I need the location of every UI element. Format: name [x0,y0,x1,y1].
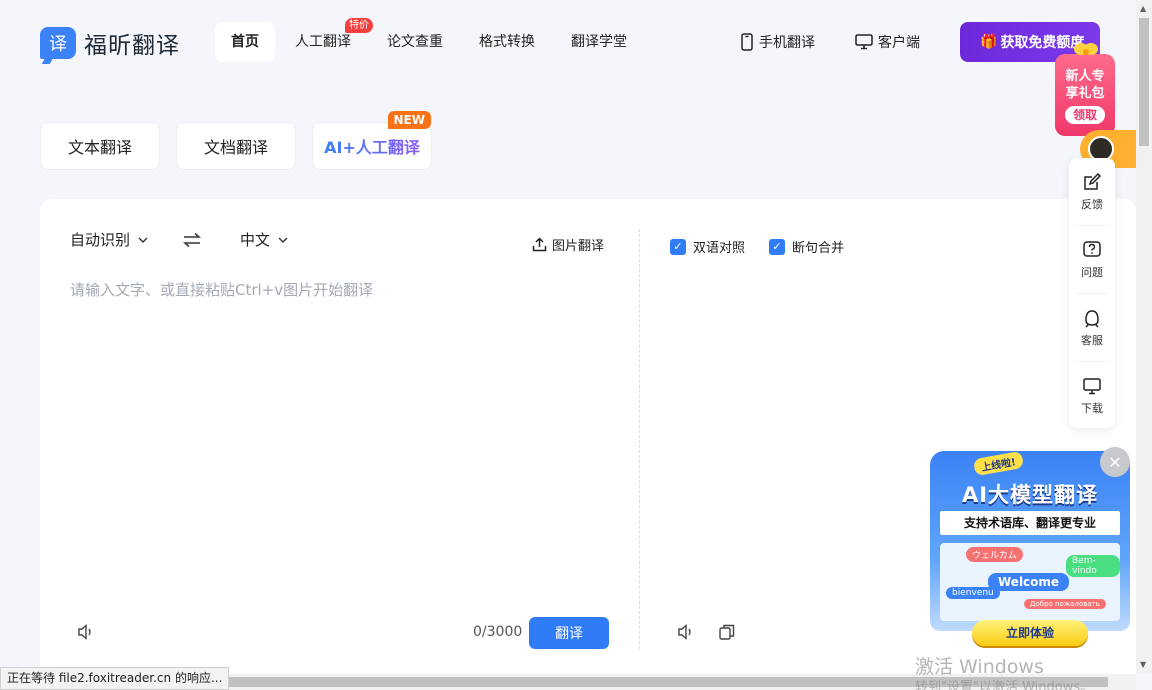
merge-sentences-label: 断句合并 [792,241,845,256]
bubble-french: bienvenu [946,587,1000,599]
scroll-down-icon[interactable]: ▼ [1140,660,1146,669]
bilingual-label: 双语对照 [693,241,746,256]
free-credit-label: 获取免费额度 [1000,35,1085,51]
source-text-input[interactable] [70,281,610,299]
bubble-russian: Добро пожаловать [1024,599,1106,609]
chevron-down-icon [138,237,148,243]
merge-sentences-option[interactable]: ✓ 断句合并 [769,237,844,256]
mode-tabs: 文本翻译 文档翻译 AI+人工翻译 NEW [40,111,448,170]
target-language-value: 中文 [240,231,271,249]
monitor-icon [1083,378,1101,395]
gift-bow-icon [1074,43,1098,55]
bubble-japanese: ウェルカム [966,547,1023,562]
source-language-value: 自动识别 [70,231,131,249]
desktop-client-label: 客户端 [878,35,920,51]
bubble-portuguese: Bem-vindo [1066,555,1120,577]
ai-model-promo[interactable]: 上线啦! AI大模型翻译 支持术语库、翻译更专业 ウェルカム Welcome B… [930,449,1132,646]
checkbox-checked-icon: ✓ [670,238,686,255]
tab-text-translation[interactable]: 文本翻译 [40,122,160,170]
nav-translation-academy[interactable]: 翻译学堂 [555,22,643,62]
tab-ai-human-translation[interactable]: AI+人工翻译 NEW [312,111,432,170]
question-icon [1083,240,1101,257]
mobile-translate-label: 手机翻译 [759,35,815,51]
gift-line1: 新人专 [1065,69,1105,84]
copy-icon[interactable] [718,623,736,641]
vertical-scrollbar[interactable]: ▲ ▼ [1136,0,1152,674]
tab-document-translation[interactable]: 文档翻译 [176,122,296,170]
sidebar-label-download: 下载 [1081,402,1103,415]
checkbox-checked-icon: ✓ [769,238,786,255]
brand-name: 福昕翻译 [84,33,180,59]
source-language-select[interactable]: 自动识别 [70,229,148,250]
output-options: ✓ 双语对照 ✓ 断句合并 [670,237,868,256]
main-nav: 首页 人工翻译 特价 论文查重 格式转换 翻译学堂 [215,18,647,62]
ai-promo-subtitle: 支持术语库、翻译更专业 [940,511,1120,535]
monitor-icon [855,34,873,50]
scroll-up-icon[interactable]: ▲ [1140,4,1146,13]
bilingual-option[interactable]: ✓ 双语对照 [670,237,745,256]
windows-activation-hint: 转到"设置"以激活 Windows。 [915,680,1094,690]
browser-status-bar: 正在等待 file2.foxitreader.cn 的响应... [0,667,230,690]
ai-promo-tag: 上线啦! [972,450,1024,477]
sidebar-item-faq[interactable]: 问题 [1077,226,1107,294]
header: 译 福昕翻译 首页 人工翻译 特价 论文查重 格式转换 翻译学堂 手机翻译 客户… [0,0,1136,84]
vertical-scroll-thumb[interactable] [1139,18,1149,146]
ai-promo-title: AI大模型翻译 [961,483,1099,507]
ai-promo-illustration: ウェルカム Welcome Bem-vindo bienvenu Добро п… [940,543,1120,621]
upload-icon [532,237,547,252]
desktop-client-link[interactable]: 客户端 [855,22,920,62]
headset-icon [1085,309,1099,328]
tab-ai-human-label: AI+人工翻译 [324,134,420,158]
translate-button[interactable]: 翻译 [529,617,609,649]
nav-plagiarism-check[interactable]: 论文查重 [371,22,459,62]
image-translate-button[interactable]: 图片翻译 [532,235,604,254]
language-selector-row: 自动识别 中文 [70,229,288,250]
speaker-icon[interactable] [76,623,96,641]
sidebar-label-support: 客服 [1081,333,1103,347]
gift-claim-button[interactable]: 领取 [1064,106,1105,124]
nav-human-translation-label: 人工翻译 [295,34,351,50]
phone-icon [741,33,753,51]
image-translate-label: 图片翻译 [552,239,605,254]
nav-format-convert[interactable]: 格式转换 [463,22,551,62]
windows-activation-watermark: 激活 Windows [915,656,1044,678]
close-icon[interactable]: ✕ [1100,447,1130,477]
swap-languages-icon[interactable] [182,232,202,248]
newcomer-gift-widget[interactable]: 新人专 享礼包 领取 [1055,43,1115,136]
sidebar-item-feedback[interactable]: 反馈 [1077,158,1107,226]
new-badge: NEW [387,111,431,129]
sidebar-label-faq: 问题 [1081,265,1103,279]
mobile-translate-link[interactable]: 手机翻译 [740,22,815,62]
sidebar-item-download[interactable]: 下载 [1077,362,1107,430]
nav-home[interactable]: 首页 [215,22,275,62]
bubble-english: Welcome [988,573,1070,591]
pane-divider [639,229,640,649]
sidebar-item-support[interactable]: 客服 [1077,294,1107,362]
edit-icon [1084,172,1102,190]
ai-promo-card: 上线啦! AI大模型翻译 支持术语库、翻译更专业 ウェルカム Welcome B… [930,450,1130,631]
nav-human-translation[interactable]: 人工翻译 特价 [279,18,373,62]
target-language-select[interactable]: 中文 [240,229,288,250]
logo[interactable]: 译 福昕翻译 [40,26,180,60]
right-sidebar: 反馈 问题 客服 下载 [1069,158,1115,428]
speaker-icon[interactable] [676,623,696,641]
gift-line2: 享礼包 [1065,86,1105,101]
chevron-down-icon [278,237,288,243]
sidebar-label-feedback: 反馈 [1081,197,1103,211]
gift-icon: 🎁 [980,34,998,50]
logo-mark-icon: 译 [40,27,76,59]
sale-badge: 特价 [345,18,373,33]
char-counter: 0/3000 [473,624,523,640]
try-now-button[interactable]: 立即体验 [972,620,1088,646]
top-right-actions: 手机翻译 客户端 🎁 获取免费额度 [740,22,1100,62]
